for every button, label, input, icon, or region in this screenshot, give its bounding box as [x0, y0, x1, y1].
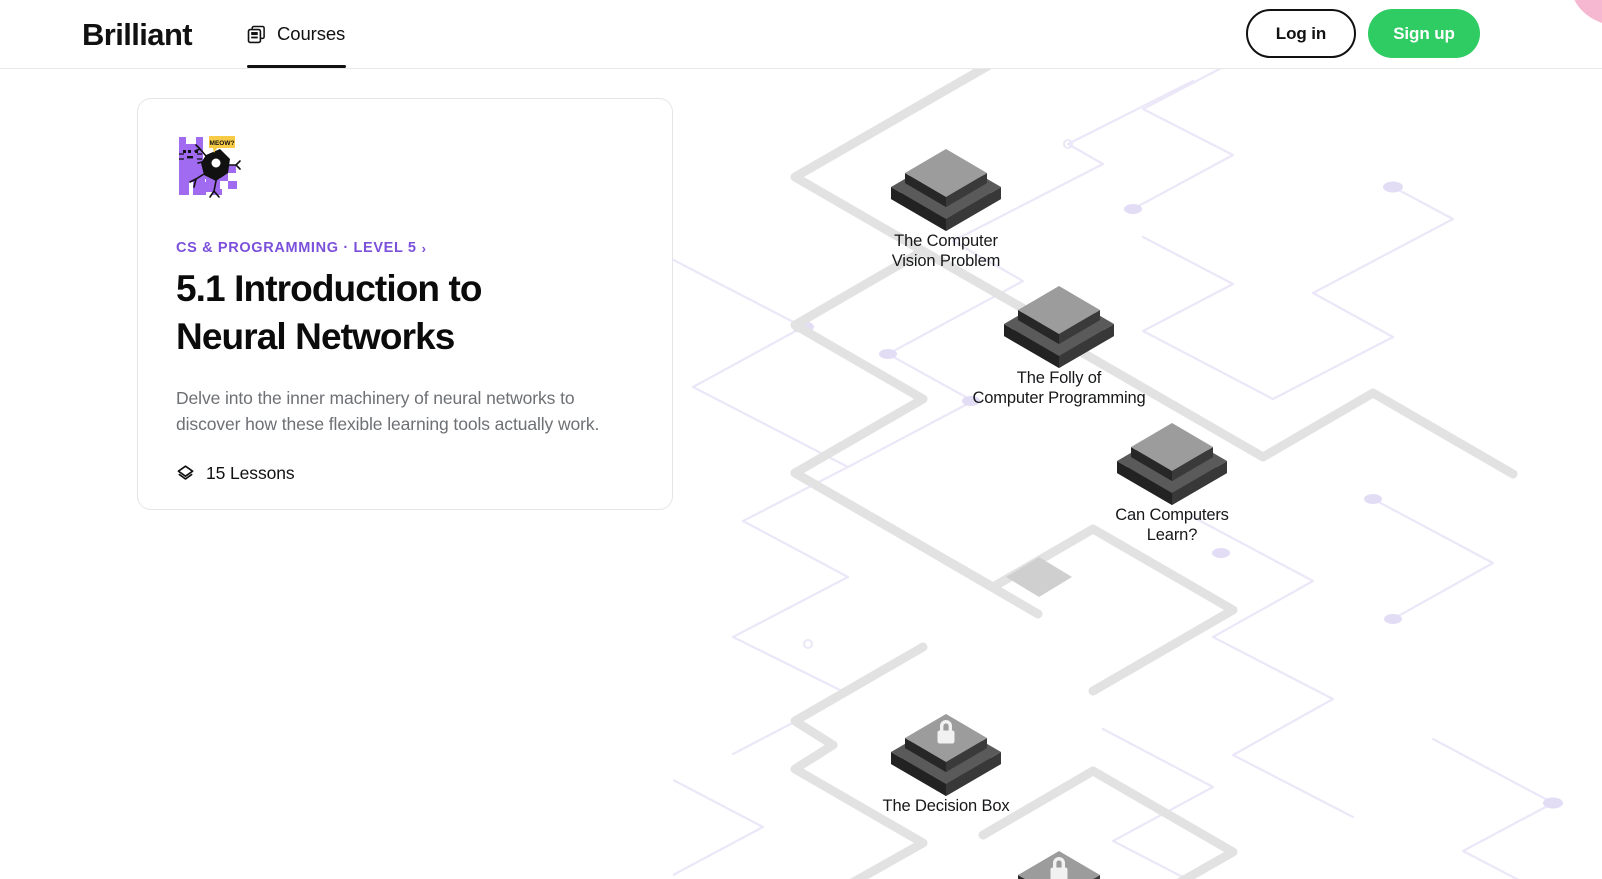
course-path-map: The Computer Vision Problem The Folly of…: [673, 69, 1602, 879]
layers-diamond-icon: [176, 464, 195, 483]
page-content: MEOW? CS & PROGRAMMING · LEVEL 5 › 5.1 I…: [0, 69, 1602, 879]
page-title: 5.1 Introduction to Neural Networks: [176, 268, 483, 357]
top-navigation-bar: Brilliant Courses Log in Sign up: [0, 0, 1602, 69]
lesson-node-label: The Folly of Computer Programming: [972, 369, 1146, 407]
course-description: Delve into the inner machinery of neural…: [176, 388, 600, 434]
nav-active-indicator: [247, 65, 346, 68]
chevron-right-icon: ›: [421, 240, 427, 256]
auth-actions: Log in Sign up: [1246, 9, 1602, 58]
svg-text:MEOW?: MEOW?: [210, 140, 235, 147]
nav-item-courses-label: Courses: [277, 23, 346, 44]
lesson-node-label: The Computer Vision Problem: [891, 232, 1001, 270]
course-card[interactable]: MEOW? CS & PROGRAMMING · LEVEL 5 › 5.1 I…: [137, 98, 673, 510]
lesson-count-label: 15 Lessons: [206, 463, 295, 483]
nav-item-courses[interactable]: Courses: [247, 0, 345, 68]
course-category-label: CS & PROGRAMMING · LEVEL 5: [176, 240, 417, 256]
course-category-link[interactable]: CS & PROGRAMMING · LEVEL 5 ›: [176, 240, 427, 256]
lesson-node-label: The Decision Box: [882, 797, 1010, 815]
log-in-button[interactable]: Log in: [1246, 9, 1356, 58]
courses-icon: [247, 25, 266, 44]
lesson-node-label: Can Computers Learn?: [1115, 506, 1229, 544]
sign-up-button[interactable]: Sign up: [1368, 9, 1480, 58]
lesson-count: 15 Lessons: [176, 463, 634, 484]
brilliant-logo[interactable]: Brilliant: [82, 17, 193, 53]
neural-cat-icon: MEOW?: [176, 135, 634, 211]
